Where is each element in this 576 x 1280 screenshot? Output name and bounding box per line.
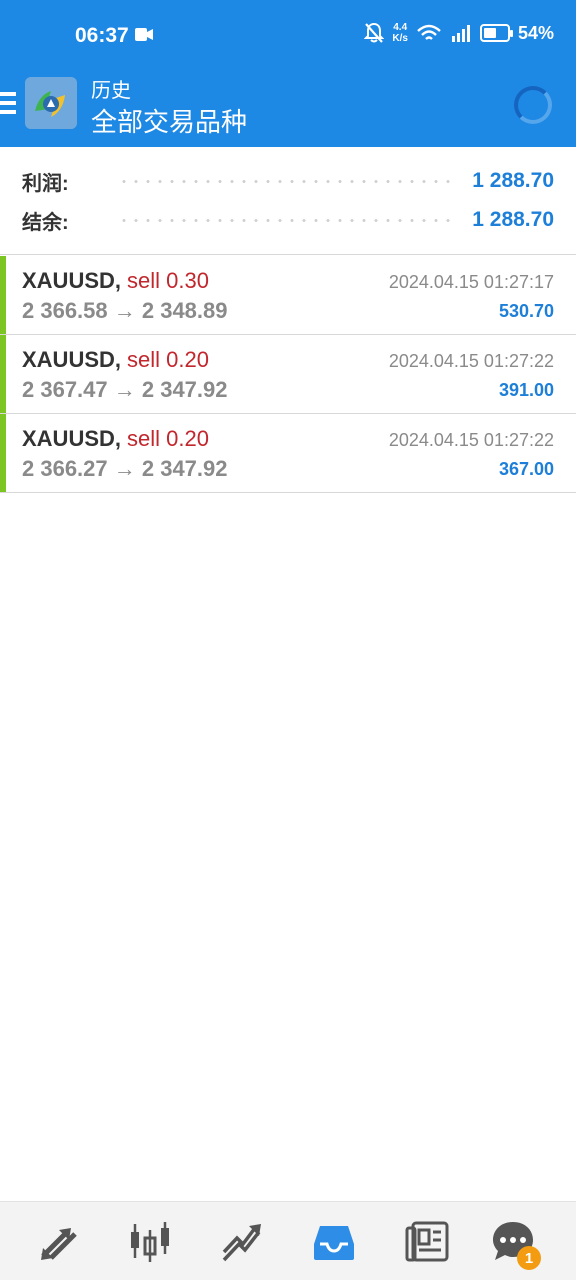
trade-icon[interactable] bbox=[221, 1220, 265, 1264]
header-subtitle: 历史 bbox=[91, 80, 131, 102]
battery-icon bbox=[479, 24, 513, 42]
balance-label: 结余: bbox=[22, 211, 69, 234]
app-header: 历史 全部交易品种 bbox=[0, 70, 576, 147]
network-speed-unit: K/s bbox=[392, 33, 408, 44]
trade-accent-bar bbox=[0, 335, 6, 413]
trade-symbol: XAUUSD, bbox=[22, 347, 122, 372]
menu-icon[interactable] bbox=[0, 92, 16, 114]
dot-leader bbox=[118, 218, 459, 222]
chat-icon[interactable]: 1 bbox=[491, 1220, 541, 1270]
top-app-area: 06:37 4.4 K/s 54% 历史 全部交易品种 bbox=[0, 0, 576, 147]
profit-value: 1 288.70 bbox=[472, 169, 554, 192]
chart-icon[interactable] bbox=[128, 1220, 172, 1264]
trade-side: sell 0.20 bbox=[127, 347, 209, 372]
trade-symbol: XAUUSD, bbox=[22, 268, 122, 293]
balance-value: 1 288.70 bbox=[472, 208, 554, 231]
trade-row[interactable]: XAUUSD, sell 0.30 2 366.58 → 2 348.89 20… bbox=[0, 256, 576, 335]
metatrader-logo bbox=[25, 77, 77, 129]
history-icon[interactable] bbox=[312, 1220, 356, 1264]
trade-side: sell 0.30 bbox=[127, 268, 209, 293]
trade-accent-bar bbox=[0, 256, 6, 334]
header-title[interactable]: 全部交易品种 bbox=[91, 102, 247, 139]
quotes-icon[interactable] bbox=[37, 1220, 81, 1264]
profit-row: 利润: 1 288.70 bbox=[22, 166, 554, 196]
account-summary: 利润: 1 288.70 结余: 1 288.70 bbox=[0, 147, 576, 255]
trade-profit: 530.70 bbox=[498, 301, 554, 321]
trade-symbol: XAUUSD, bbox=[22, 426, 122, 451]
status-right: 4.4 K/s 54% bbox=[364, 22, 554, 44]
status-bar: 06:37 4.4 K/s 54% bbox=[0, 0, 576, 70]
cellular-signal-icon bbox=[451, 25, 470, 42]
trade-row[interactable]: XAUUSD, sell 0.20 2 366.27 → 2 347.92 20… bbox=[0, 414, 576, 493]
notification-badge: 1 bbox=[517, 1246, 541, 1270]
trade-prices: 2 366.27 → 2 347.92 bbox=[22, 456, 228, 481]
bell-off-icon bbox=[364, 22, 385, 43]
trade-prices: 2 367.47 → 2 347.92 bbox=[22, 377, 228, 402]
network-speed-value: 4.4 bbox=[393, 22, 408, 33]
trade-datetime: 2024.04.15 01:27:22 bbox=[388, 430, 554, 450]
battery-level bbox=[483, 28, 496, 38]
bottom-navigation: 1 bbox=[0, 1201, 576, 1280]
wifi-icon bbox=[417, 24, 441, 40]
trade-accent-bar bbox=[0, 414, 6, 492]
trade-prices: 2 366.58 → 2 348.89 bbox=[22, 298, 228, 323]
trade-datetime: 2024.04.15 01:27:22 bbox=[388, 351, 554, 371]
trade-row[interactable]: XAUUSD, sell 0.20 2 367.47 → 2 347.92 20… bbox=[0, 335, 576, 414]
battery-percent: 54% bbox=[517, 22, 554, 43]
trade-profit: 367.00 bbox=[498, 459, 554, 479]
status-time: 06:37 bbox=[75, 24, 129, 47]
balance-row: 结余: 1 288.70 bbox=[22, 205, 554, 235]
network-speed: 4.4 K/s bbox=[392, 22, 408, 44]
trade-profit: 391.00 bbox=[498, 380, 554, 400]
loading-spinner-icon bbox=[514, 86, 552, 124]
trade-datetime: 2024.04.15 01:27:17 bbox=[388, 272, 554, 292]
dot-leader bbox=[118, 179, 459, 183]
trade-side: sell 0.20 bbox=[127, 426, 209, 451]
screen-record-icon bbox=[135, 28, 153, 41]
news-icon[interactable] bbox=[405, 1220, 449, 1264]
profit-label: 利润: bbox=[22, 172, 69, 195]
